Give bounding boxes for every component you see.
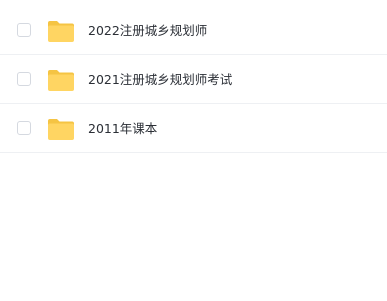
- select-checkbox[interactable]: [17, 72, 31, 86]
- folder-icon: [47, 19, 75, 43]
- list-item[interactable]: 2021注册城乡规划师考试: [0, 55, 387, 104]
- file-name[interactable]: 2011年课本: [88, 121, 157, 137]
- list-item[interactable]: 2011年课本: [0, 104, 387, 153]
- select-checkbox[interactable]: [17, 121, 31, 135]
- folder-icon: [47, 68, 75, 92]
- file-name[interactable]: 2022注册城乡规划师: [88, 23, 207, 39]
- file-name[interactable]: 2021注册城乡规划师考试: [88, 72, 232, 88]
- list-item[interactable]: 2022注册城乡规划师: [0, 6, 387, 55]
- select-checkbox[interactable]: [17, 23, 31, 37]
- folder-icon: [47, 117, 75, 141]
